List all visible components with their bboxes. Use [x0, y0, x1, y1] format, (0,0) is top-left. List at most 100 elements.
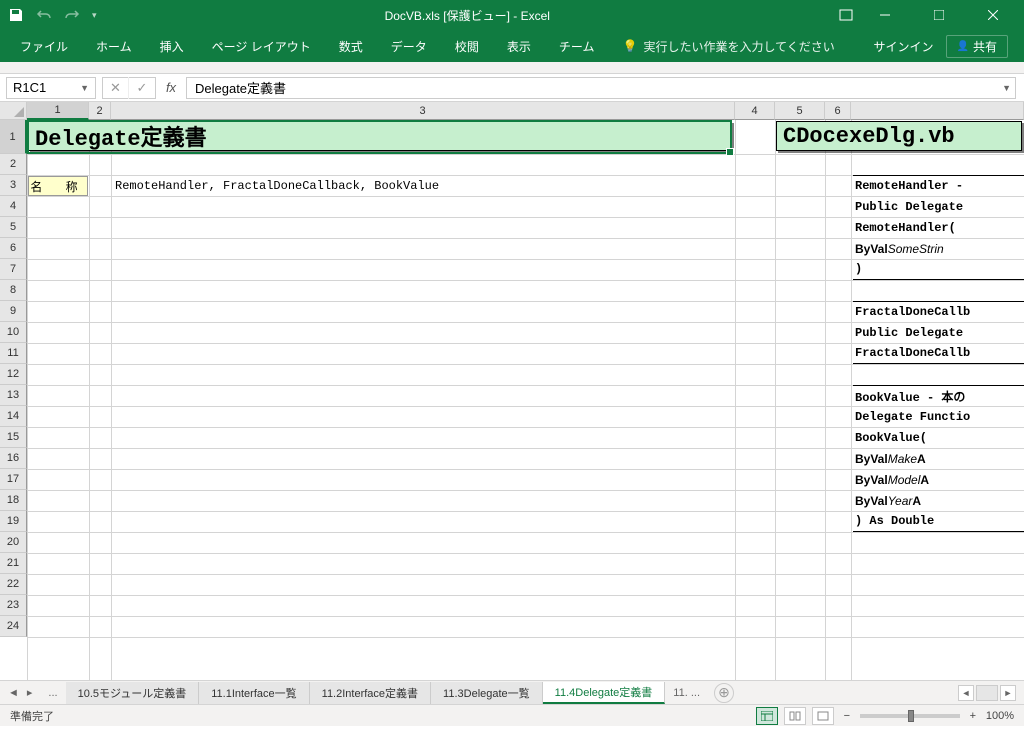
col-header-7[interactable]: [851, 102, 1024, 120]
col-header-5[interactable]: 5: [775, 102, 825, 120]
tab-team[interactable]: チーム: [545, 30, 609, 62]
row-header-16[interactable]: 16: [0, 448, 27, 469]
zoom-out-button[interactable]: −: [840, 710, 854, 722]
tab-insert[interactable]: 挿入: [146, 30, 198, 62]
row-header-22[interactable]: 22: [0, 574, 27, 595]
row-header-2[interactable]: 2: [0, 154, 27, 175]
tab-data[interactable]: データ: [377, 30, 441, 62]
title-cell-main[interactable]: Delegate定義書: [28, 121, 732, 151]
col-header-1[interactable]: 1: [27, 102, 89, 120]
tell-me[interactable]: 💡 実行したい作業を入力してください: [608, 38, 848, 55]
code-line-r18[interactable]: ByVal Year A: [853, 490, 1024, 511]
new-sheet-button[interactable]: ⊕: [714, 683, 734, 703]
zoom-level[interactable]: 100%: [986, 710, 1014, 722]
minimize-button[interactable]: [862, 0, 908, 30]
tab-view[interactable]: 表示: [493, 30, 545, 62]
row-header-3[interactable]: 3: [0, 175, 27, 196]
row-header-7[interactable]: 7: [0, 259, 27, 280]
zoom-track[interactable]: [860, 714, 960, 718]
sheet-more[interactable]: 11. ...: [665, 687, 708, 699]
select-all-button[interactable]: [0, 102, 27, 120]
row-header-18[interactable]: 18: [0, 490, 27, 511]
signin-link[interactable]: サインイン: [874, 38, 934, 55]
redo-icon[interactable]: [64, 7, 80, 23]
col-header-3[interactable]: 3: [111, 102, 735, 120]
sheet-nav-first-icon[interactable]: ◄: [6, 687, 21, 699]
code-line-r6[interactable]: ByVal SomeStrin: [853, 238, 1024, 259]
row-header-21[interactable]: 21: [0, 553, 27, 574]
hscroll-track[interactable]: [976, 685, 998, 701]
sheet-tab-1[interactable]: 11.1Interface一覧: [199, 682, 309, 704]
formula-expand-icon[interactable]: ▼: [1002, 83, 1011, 93]
view-pagelayout-button[interactable]: [784, 707, 806, 725]
code-line-r16[interactable]: ByVal Make A: [853, 448, 1024, 469]
row-header-13[interactable]: 13: [0, 385, 27, 406]
zoom-thumb[interactable]: [908, 710, 914, 722]
code-line-r10[interactable]: Public Delegate: [853, 322, 1024, 343]
cancel-formula-button[interactable]: ✕: [103, 77, 129, 99]
worksheet-grid[interactable]: 1 2 3 4 5 6 1 23456789101112131415161718…: [0, 102, 1024, 680]
row-header-9[interactable]: 9: [0, 301, 27, 322]
sheet-tab-2[interactable]: 11.2Interface定義書: [310, 682, 431, 704]
row-header-4[interactable]: 4: [0, 196, 27, 217]
code-line-r7[interactable]: ): [853, 259, 1024, 280]
code-line-r15[interactable]: BookValue(: [853, 427, 1024, 448]
row-header-1[interactable]: 1: [0, 120, 27, 154]
sheet-tab-0[interactable]: 10.5モジュール定義書: [66, 682, 200, 704]
row-header-6[interactable]: 6: [0, 238, 27, 259]
col-header-2[interactable]: 2: [89, 102, 111, 120]
zoom-in-button[interactable]: +: [966, 710, 980, 722]
sheet-tab-4[interactable]: 11.4Delegate定義書: [543, 682, 666, 704]
save-icon[interactable]: [8, 7, 24, 23]
sheet-tab-3[interactable]: 11.3Delegate一覧: [431, 682, 543, 704]
fx-label[interactable]: fx: [156, 80, 186, 95]
code-line-r9[interactable]: FractalDoneCallb: [853, 301, 1024, 322]
label-name[interactable]: 名 称: [28, 176, 88, 196]
row-header-14[interactable]: 14: [0, 406, 27, 427]
code-line-r11[interactable]: FractalDoneCallb: [853, 343, 1024, 364]
hscroll-right-button[interactable]: ►: [1000, 685, 1016, 701]
tab-pagelayout[interactable]: ページ レイアウト: [198, 30, 325, 62]
qat-customize-icon[interactable]: ▾: [92, 10, 97, 21]
row-header-24[interactable]: 24: [0, 616, 27, 637]
code-line-r17[interactable]: ByVal Model A: [853, 469, 1024, 490]
sheet-nav[interactable]: ◄ ▸: [0, 686, 40, 699]
title-cell-file[interactable]: CDocexeDlg.vb: [776, 121, 1022, 151]
row-header-5[interactable]: 5: [0, 217, 27, 238]
row-header-15[interactable]: 15: [0, 427, 27, 448]
row-header-8[interactable]: 8: [0, 280, 27, 301]
formula-input[interactable]: Delegate定義書 ▼: [186, 77, 1016, 99]
code-line-r4[interactable]: Public Delegate: [853, 196, 1024, 217]
enter-formula-button[interactable]: ✓: [129, 77, 155, 99]
col-header-4[interactable]: 4: [735, 102, 775, 120]
name-box[interactable]: R1C1 ▼: [6, 77, 96, 99]
ribbon-display-icon[interactable]: [838, 7, 854, 23]
row-header-20[interactable]: 20: [0, 532, 27, 553]
tab-review[interactable]: 校閲: [441, 30, 493, 62]
row-header-11[interactable]: 11: [0, 343, 27, 364]
tab-home[interactable]: ホーム: [82, 30, 146, 62]
code-line-r13[interactable]: BookValue - 本の: [853, 385, 1024, 406]
view-pagebreak-button[interactable]: [812, 707, 834, 725]
tab-file[interactable]: ファイル: [6, 30, 82, 62]
undo-icon[interactable]: [36, 7, 52, 23]
share-button[interactable]: 👤 共有: [946, 35, 1008, 58]
view-normal-button[interactable]: [756, 707, 778, 725]
col-header-6[interactable]: 6: [825, 102, 851, 120]
code-line-r14[interactable]: Delegate Functio: [853, 406, 1024, 427]
code-line-r3[interactable]: RemoteHandler -: [853, 175, 1024, 196]
close-button[interactable]: [970, 0, 1016, 30]
row-header-10[interactable]: 10: [0, 322, 27, 343]
row-header-17[interactable]: 17: [0, 469, 27, 490]
zoom-slider[interactable]: − +: [840, 710, 980, 722]
maximize-button[interactable]: [916, 0, 962, 30]
row-header-23[interactable]: 23: [0, 595, 27, 616]
row-header-12[interactable]: 12: [0, 364, 27, 385]
tab-formulas[interactable]: 数式: [325, 30, 377, 62]
sheet-nav-prev-icon[interactable]: ▸: [25, 686, 35, 699]
row-header-19[interactable]: 19: [0, 511, 27, 532]
sheet-ellipsis-left[interactable]: ...: [40, 687, 65, 699]
code-line-r5[interactable]: RemoteHandler(: [853, 217, 1024, 238]
names-value[interactable]: RemoteHandler, FractalDoneCallback, Book…: [113, 176, 733, 196]
code-line-r19[interactable]: ) As Double: [853, 511, 1024, 532]
